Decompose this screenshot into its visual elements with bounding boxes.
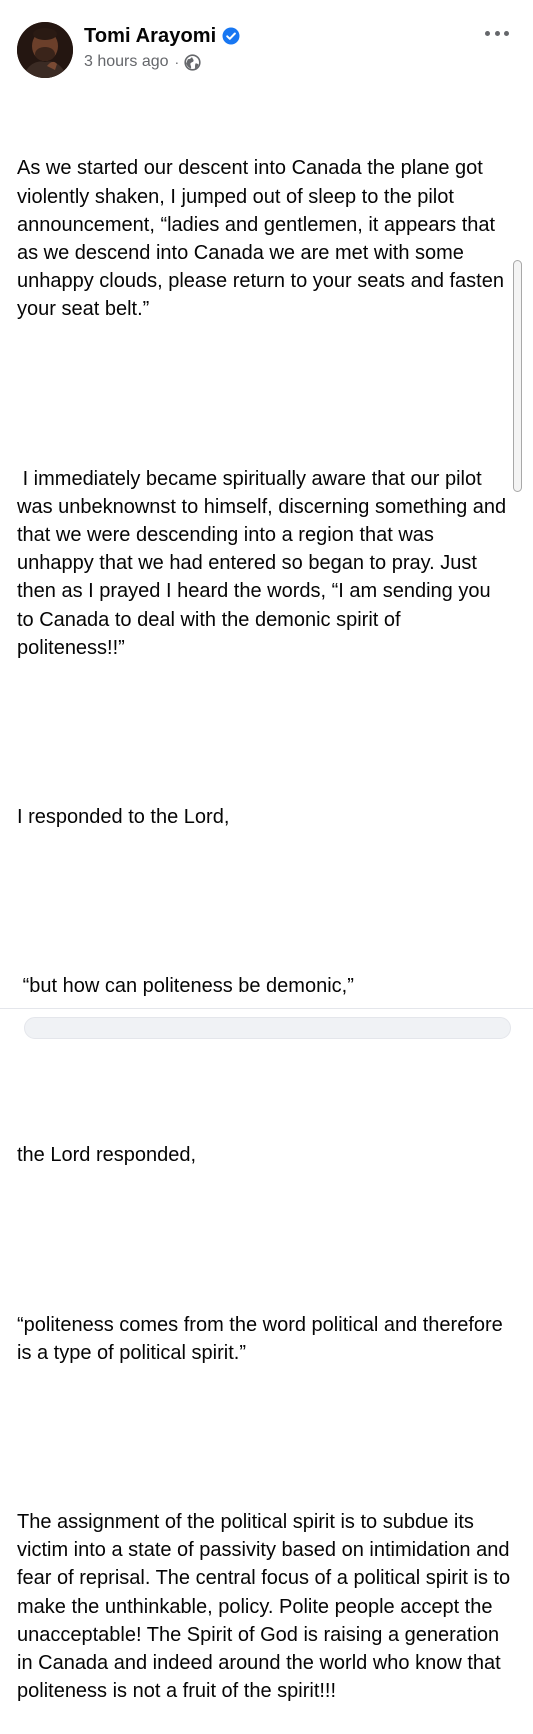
verified-badge-icon (222, 27, 240, 45)
post-paragraph: As we started our descent into Canada th… (17, 157, 510, 321)
more-dot-icon (504, 30, 509, 36)
scrollbar[interactable] (513, 260, 522, 492)
post-paragraph: I immediately became spiritually aware t… (17, 467, 512, 659)
post-timestamp[interactable]: 3 hours ago (84, 53, 169, 71)
author-row: Tomi Arayomi (84, 22, 240, 50)
more-dot-icon (494, 30, 500, 36)
post-paragraph: the Lord responded, (17, 1144, 197, 1167)
divider (0, 1008, 533, 1009)
author-name[interactable]: Tomi Arayomi (84, 25, 216, 48)
post-body: As we started our descent into Canada th… (17, 98, 512, 1734)
post-paragraph: The assignment of the political spirit i… (17, 1511, 516, 1703)
more-dot-icon (485, 30, 490, 36)
more-options-button[interactable] (485, 24, 509, 42)
post-header: Tomi Arayomi 3 hours ago · (0, 0, 533, 86)
globe-icon[interactable] (184, 53, 201, 71)
comment-input-bar[interactable] (24, 1017, 511, 1039)
post-paragraph: “politeness comes from the word politica… (17, 1313, 509, 1364)
post-paragraph: “but how can politeness be demonic,” (17, 975, 354, 998)
post-paragraph: I responded to the Lord, (17, 806, 230, 829)
avatar[interactable] (17, 22, 73, 78)
post-meta: 3 hours ago · (84, 53, 201, 71)
meta-separator: · (174, 54, 180, 70)
